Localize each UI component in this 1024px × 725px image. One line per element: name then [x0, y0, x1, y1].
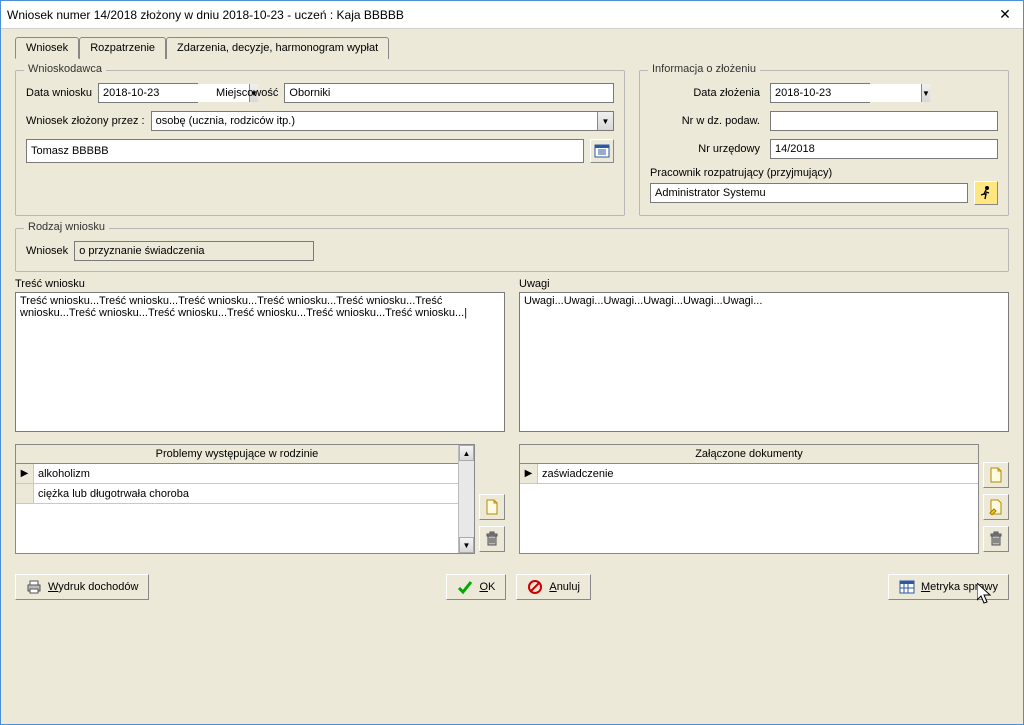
window-title: Wniosek numer 14/2018 złożony w dniu 201… [7, 8, 993, 22]
edit-document-button[interactable] [983, 494, 1009, 520]
label-data-wniosku: Data wniosku [26, 87, 92, 99]
add-problem-button[interactable] [479, 494, 505, 520]
new-document-icon [484, 499, 500, 515]
label-uwagi: Uwagi [519, 278, 1009, 290]
row-indicator-icon: ▶ [16, 464, 34, 483]
new-document-icon [988, 467, 1004, 483]
combo-zlozony-przez-input[interactable] [152, 112, 597, 130]
date-zlozenia-combo[interactable]: ▼ [770, 83, 870, 103]
table-row[interactable]: ciężka lub długotrwała choroba [16, 484, 458, 504]
groupbox-informacja: Informacja o złożeniu Data złożenia ▼ Nr… [639, 70, 1009, 216]
label-tresc: Treść wniosku [15, 278, 505, 290]
printer-icon [26, 579, 42, 595]
add-document-button[interactable] [983, 462, 1009, 488]
app-window: Wniosek numer 14/2018 złożony w dniu 201… [0, 0, 1024, 725]
tab-rozpatrzenie[interactable]: Rozpatrzenie [79, 37, 166, 59]
chevron-down-icon[interactable]: ▼ [921, 84, 930, 102]
grid-icon [899, 579, 915, 595]
trash-icon [988, 531, 1004, 547]
row-indicator-icon [16, 484, 34, 503]
titlebar: Wniosek numer 14/2018 złożony w dniu 201… [1, 1, 1023, 29]
input-pracownik[interactable] [650, 183, 968, 203]
person-running-icon [978, 185, 994, 201]
table-row[interactable]: ▶ alkoholizm [16, 464, 458, 484]
calendar-icon [594, 143, 610, 159]
label-data-zlozenia: Data złożenia [650, 87, 760, 99]
print-income-button[interactable]: WWydruk dochodówydruk dochodów [15, 574, 149, 600]
groupbox-wnioskodawca: Wnioskodawca Data wniosku ▼ Miejscowość … [15, 70, 625, 216]
input-miejscowosc[interactable] [284, 83, 614, 103]
legend-wnioskodawca: Wnioskodawca [24, 63, 106, 75]
bottom-toolbar: WWydruk dochodówydruk dochodów OK Anuluj… [15, 574, 1009, 600]
metryka-button[interactable]: Metryka sprawy [888, 574, 1009, 600]
grid-body-dokumenty: ▶ zaświadczenie [520, 464, 978, 553]
input-nr-dz[interactable] [770, 111, 998, 131]
grid-problemy[interactable]: Problemy występujące w rodzinie ▶ alkoho… [15, 444, 475, 554]
cancel-button[interactable]: Anuluj [516, 574, 591, 600]
ok-button[interactable]: OK [446, 574, 506, 600]
chevron-down-icon[interactable]: ▼ [597, 112, 613, 130]
table-row[interactable]: ▶ zaświadczenie [520, 464, 978, 484]
textarea-uwagi[interactable] [519, 292, 1009, 432]
grid-header-dokumenty: Załączone dokumenty [520, 445, 978, 464]
trash-icon [484, 531, 500, 547]
label-miejscowosc: Miejscowość [216, 87, 278, 99]
no-entry-icon [527, 579, 543, 595]
tabstrip: Wniosek Rozpatrzenie Zdarzenia, decyzje,… [15, 37, 1009, 59]
grid-body-problemy: ▶ alkoholizm ciężka lub długotrwała chor… [16, 464, 458, 553]
grid-header-problemy: Problemy występujące w rodzinie [16, 445, 458, 464]
cell-problem: ciężka lub długotrwała choroba [34, 488, 458, 500]
pick-worker-button[interactable] [974, 181, 998, 205]
tab-zdarzenia[interactable]: Zdarzenia, decyzje, harmonogram wypłat [166, 37, 389, 59]
scroll-up-icon[interactable]: ▲ [459, 445, 474, 461]
input-osoba[interactable] [26, 139, 584, 163]
combo-zlozony-przez[interactable]: ▼ [151, 111, 614, 131]
label-nr-urz: Nr urzędowy [650, 143, 760, 155]
row-indicator-icon: ▶ [520, 464, 538, 483]
calendar-picker-button[interactable] [590, 139, 614, 163]
delete-document-button[interactable] [983, 526, 1009, 552]
cell-problem: alkoholizm [34, 468, 458, 480]
label-pracownik: Pracownik rozpatrujący (przyjmujący) [650, 167, 998, 179]
groupbox-rodzaj: Rodzaj wniosku Wniosek [15, 228, 1009, 272]
legend-informacja: Informacja o złożeniu [648, 63, 760, 75]
cell-document: zaświadczenie [538, 468, 978, 480]
legend-rodzaj: Rodzaj wniosku [24, 221, 109, 233]
window-body: Wniosek Rozpatrzenie Zdarzenia, decyzje,… [1, 29, 1023, 724]
label-wniosek-typ: Wniosek [26, 245, 68, 257]
check-icon [457, 579, 473, 595]
grid-dokumenty[interactable]: Załączone dokumenty ▶ zaświadczenie [519, 444, 979, 554]
tab-wniosek[interactable]: Wniosek [15, 37, 79, 59]
scrollbar[interactable]: ▲ ▼ [458, 445, 474, 553]
date-wniosku-combo[interactable]: ▼ [98, 83, 198, 103]
delete-problem-button[interactable] [479, 526, 505, 552]
label-nr-dz: Nr w dz. podaw. [650, 115, 760, 127]
edit-document-icon [988, 499, 1004, 515]
date-zlozenia-input[interactable] [771, 84, 921, 102]
input-nr-urz[interactable] [770, 139, 998, 159]
textarea-tresc[interactable] [15, 292, 505, 432]
scroll-down-icon[interactable]: ▼ [459, 537, 474, 553]
field-wniosek-typ [74, 241, 314, 261]
label-zlozony-przez: Wniosek złożony przez : [26, 115, 145, 127]
close-button[interactable]: ✕ [993, 5, 1017, 25]
